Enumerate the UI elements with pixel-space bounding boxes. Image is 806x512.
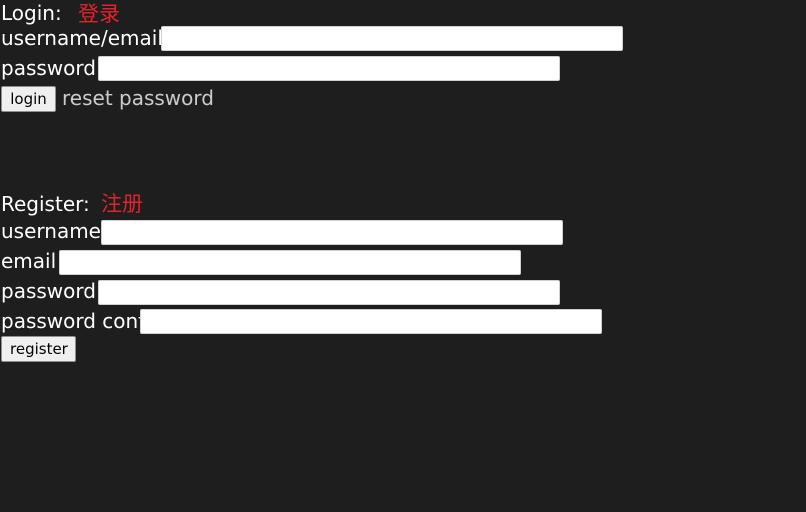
register-username-input[interactable] (101, 220, 563, 245)
register-email-label: email (1, 249, 57, 273)
password-confirm-input[interactable] (140, 309, 602, 334)
register-password-input[interactable] (98, 280, 560, 305)
password-confirm-label: password conf (1, 309, 146, 333)
username-email-label: username/email (1, 26, 163, 50)
register-heading-cn: 注册 (101, 192, 143, 216)
register-password-label: password (1, 279, 96, 303)
register-button[interactable]: register (1, 336, 76, 362)
register-heading: Register: (1, 192, 90, 216)
login-heading-cn: 登录 (78, 2, 120, 26)
login-password-input[interactable] (98, 56, 560, 81)
register-username-label: username (1, 219, 101, 243)
login-heading: Login: (1, 1, 62, 25)
login-password-label: password (1, 56, 96, 80)
register-email-input[interactable] (59, 250, 521, 275)
login-button[interactable]: login (1, 86, 56, 112)
reset-password-link[interactable]: reset password (62, 86, 214, 110)
username-email-input[interactable] (161, 26, 623, 51)
